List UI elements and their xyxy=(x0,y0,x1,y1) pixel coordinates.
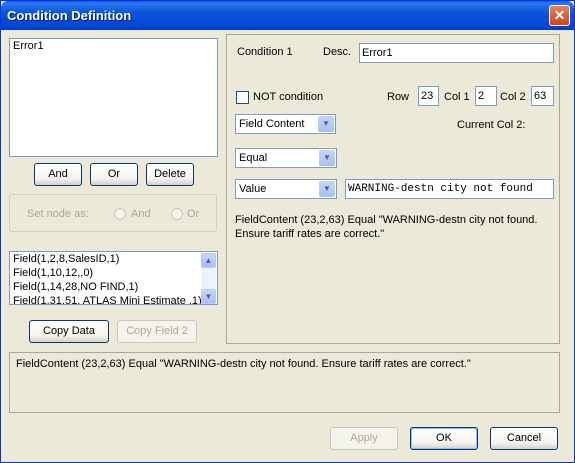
col1-value: 2 xyxy=(478,90,485,102)
set-node-and-label: And xyxy=(131,208,151,220)
col2-value: 63 xyxy=(534,90,547,102)
list-item[interactable]: Field(1,31,51, ATLAS Mini Estimate ,1) xyxy=(10,294,217,304)
and-button[interactable]: And xyxy=(34,163,82,186)
close-button[interactable]: ✕ xyxy=(549,5,570,26)
ok-button[interactable]: OK xyxy=(410,427,478,450)
set-node-or-radio[interactable] xyxy=(171,208,183,220)
field-type-select[interactable]: Field Content ▼ xyxy=(235,114,336,134)
tree-item-error1[interactable]: Error1 xyxy=(10,39,217,53)
or-button[interactable]: Or xyxy=(90,163,138,186)
operator-select[interactable]: Equal ▼ xyxy=(235,148,337,168)
scroll-up-icon[interactable]: ▲ xyxy=(201,253,216,268)
operator-value: Equal xyxy=(239,152,268,164)
scroll-track[interactable] xyxy=(201,268,216,289)
cancel-button[interactable]: Cancel xyxy=(490,427,558,450)
condition-panel: Condition 1 Desc. Error1 NOT condition R… xyxy=(226,34,560,344)
row-label: Row xyxy=(387,91,410,103)
field-type-value: Field Content xyxy=(239,118,305,130)
not-condition-checkbox[interactable] xyxy=(236,91,249,104)
fields-list-scrollbar[interactable]: ▲ ▼ xyxy=(201,253,216,304)
value-input[interactable]: WARNING-destn city not found xyxy=(345,179,554,199)
col1-label: Col 1 xyxy=(444,91,470,103)
desc-input[interactable]: Error1 xyxy=(359,43,554,63)
desc-input-value: Error1 xyxy=(362,47,393,59)
set-node-and-radio[interactable] xyxy=(114,208,126,220)
scroll-down-icon[interactable]: ▼ xyxy=(201,289,216,304)
copy-field2-button[interactable]: Copy Field 2 xyxy=(117,320,197,343)
list-item[interactable]: Field(1,10,12,,0) xyxy=(10,266,217,280)
dialog-window: Condition Definition ✕ Error1 And Or Del… xyxy=(0,0,575,463)
set-node-group: Set node as: And Or xyxy=(9,194,217,232)
value-type-select[interactable]: Value ▼ xyxy=(235,179,337,199)
fields-list[interactable]: Field(1,2,8,SalesID,1) Field(1,10,12,,0)… xyxy=(9,251,218,305)
condition-name: Condition 1 xyxy=(237,46,293,58)
not-condition-label: NOT condition xyxy=(253,91,324,103)
list-item[interactable]: Field(1,14,28,NO FIND,1) xyxy=(10,280,217,294)
value-input-text: WARNING-destn city not found xyxy=(348,183,533,195)
col1-input[interactable]: 2 xyxy=(475,86,497,106)
condition-summary: FieldContent (23,2,63) Equal "WARNING-de… xyxy=(235,214,538,240)
expression-display: FieldContent (23,2,63) Equal "WARNING-de… xyxy=(9,352,560,413)
row-input[interactable]: 23 xyxy=(418,86,439,106)
col2-input[interactable]: 63 xyxy=(531,86,554,106)
list-item[interactable]: Field(1,2,8,SalesID,1) xyxy=(10,252,217,266)
desc-label: Desc. xyxy=(323,46,352,58)
row-value: 23 xyxy=(421,90,434,102)
set-node-label: Set node as: xyxy=(27,208,89,220)
set-node-or-label: Or xyxy=(187,208,200,220)
apply-button[interactable]: Apply xyxy=(330,427,398,450)
current-col2-label: Current Col 2: xyxy=(457,119,526,131)
window-title: Condition Definition xyxy=(7,8,132,23)
title-bar[interactable]: Condition Definition ✕ xyxy=(1,1,574,30)
value-type-value: Value xyxy=(239,183,267,195)
delete-button[interactable]: Delete xyxy=(146,163,194,186)
copy-data-button[interactable]: Copy Data xyxy=(29,320,109,343)
chevron-down-icon[interactable]: ▼ xyxy=(319,181,335,197)
chevron-down-icon[interactable]: ▼ xyxy=(319,150,335,166)
condition-tree[interactable]: Error1 xyxy=(9,38,218,157)
col2-label: Col 2 xyxy=(500,91,526,103)
chevron-down-icon[interactable]: ▼ xyxy=(318,116,334,132)
